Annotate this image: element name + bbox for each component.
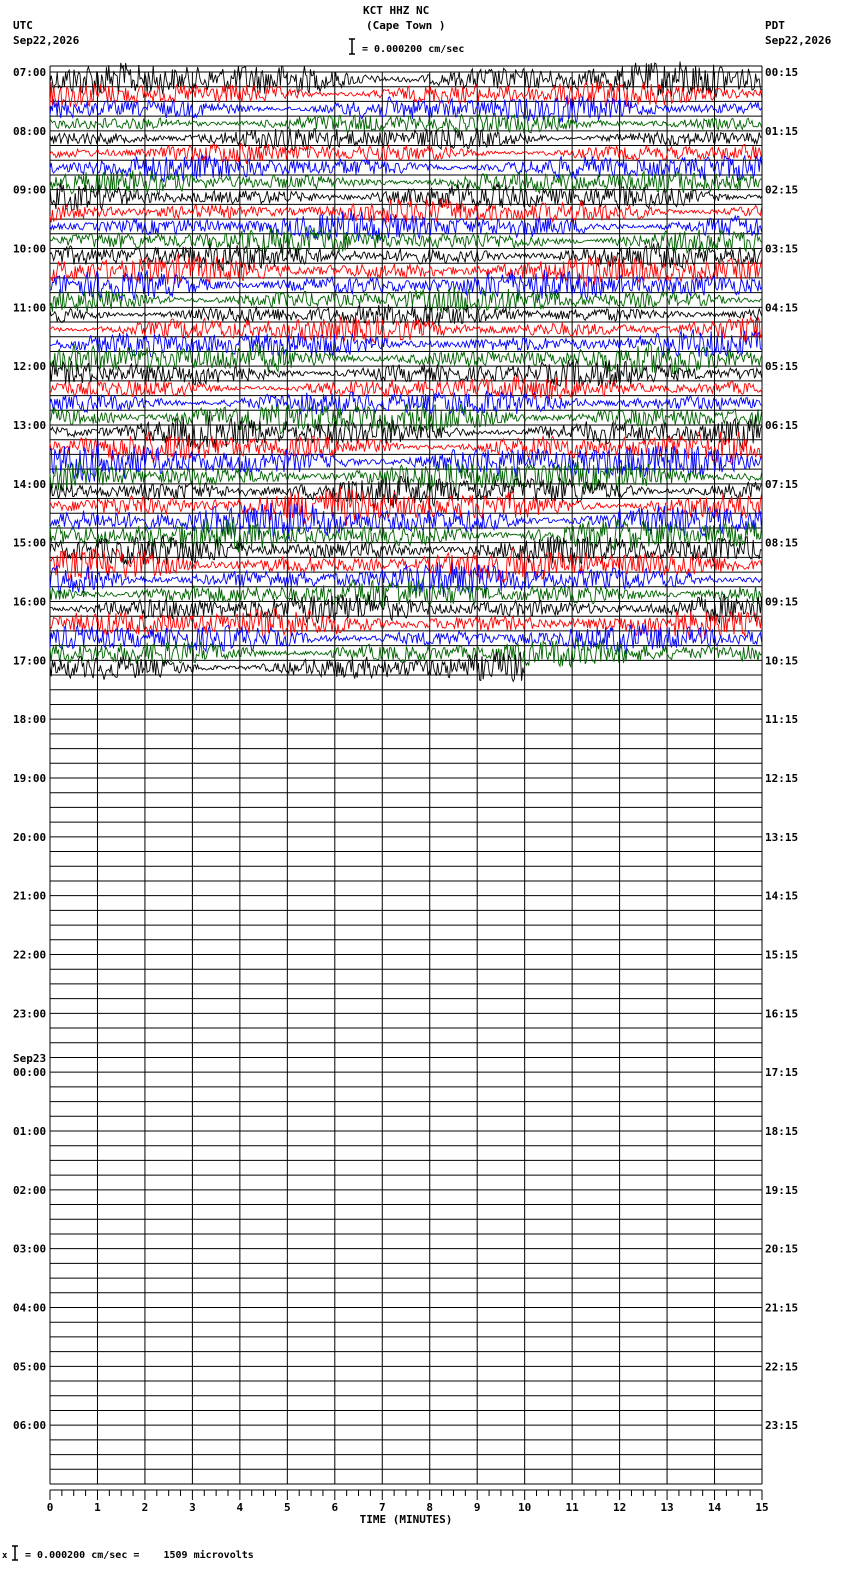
trace-row <box>49 142 763 165</box>
right-hour-label: 21:15 <box>765 1302 798 1315</box>
left-hour-label: 12:00 <box>13 360 46 373</box>
left-hour-label: 21:00 <box>13 890 46 903</box>
left-hour-label: 19:00 <box>13 772 46 785</box>
right-hour-label: 17:15 <box>765 1066 798 1079</box>
left-hour-label: 23:00 <box>13 1007 46 1020</box>
right-hour-label: 04:15 <box>765 301 798 314</box>
right-hour-label: 15:15 <box>765 949 798 962</box>
left-hour-label: 03:00 <box>13 1243 46 1256</box>
x-tick-label: 13 <box>660 1501 673 1514</box>
left-hour-label: 11:00 <box>13 301 46 314</box>
helicorder-plot: 07:00 08:00 09:00 10:00 11:00 12:00 13:00 14:00… <box>13 61 798 1526</box>
x-tick-label: 0 <box>47 1501 54 1514</box>
footer-scale-label: = 0.000200 cm/sec = 1509 microvolts <box>25 1550 254 1561</box>
left-hour-label: 15:00 <box>13 537 46 550</box>
x-tick-label: 6 <box>331 1501 338 1514</box>
right-hour-label: 09:15 <box>765 596 798 609</box>
right-hour-label: 06:15 <box>765 419 798 432</box>
trace-row <box>49 80 763 110</box>
x-tick-label: 11 <box>566 1501 580 1514</box>
right-hour-label: 12:15 <box>765 772 798 785</box>
left-hour-label: 06:00 <box>13 1419 46 1432</box>
right-hour-label: 05:15 <box>765 360 798 373</box>
x-tick-label: 10 <box>518 1501 531 1514</box>
right-hour-label: 11:15 <box>765 713 798 726</box>
right-hour-label: 01:15 <box>765 125 798 138</box>
right-hour-label: 23:15 <box>765 1419 798 1432</box>
left-hour-label: 07:00 <box>13 66 46 79</box>
left-hour-label: 17:00 <box>13 654 46 667</box>
left-hour-label: 22:00 <box>13 949 46 962</box>
right-hour-label: 16:15 <box>765 1007 798 1020</box>
trace-row <box>49 287 762 314</box>
right-hour-label: 18:15 <box>765 1125 798 1138</box>
left-hour-label: 00:00 <box>13 1066 46 1079</box>
right-hour-label: 14:15 <box>765 890 798 903</box>
x-tick-label: 9 <box>474 1501 481 1514</box>
left-hour-label: 05:00 <box>13 1360 46 1373</box>
trace-row <box>49 606 763 641</box>
x-tick-label: 4 <box>237 1501 244 1514</box>
x-tick-label: 15 <box>755 1501 768 1514</box>
trace-row <box>49 358 763 388</box>
trace-row <box>49 578 763 609</box>
trace-row <box>49 154 763 183</box>
right-hour-label: 00:15 <box>765 66 798 79</box>
left-hour-label: 16:00 <box>13 596 46 609</box>
footer-marker: x <box>2 1551 8 1561</box>
left-hour-label: 09:00 <box>13 184 46 197</box>
x-tick-label: 5 <box>284 1501 291 1514</box>
right-hour-label: 13:15 <box>765 831 798 844</box>
x-tick-label: 1 <box>94 1501 101 1514</box>
right-hour-label: 02:15 <box>765 184 798 197</box>
right-hour-label: 22:15 <box>765 1360 798 1373</box>
left-hour-label: 04:00 <box>13 1302 46 1315</box>
x-tick-label: 14 <box>708 1501 722 1514</box>
trace-row <box>49 594 763 625</box>
left-hour-label: 02:00 <box>13 1184 46 1197</box>
right-hour-label: 08:15 <box>765 537 798 550</box>
right-hour-label: 19:15 <box>765 1184 798 1197</box>
x-tick-label: 12 <box>613 1501 626 1514</box>
left-date-label: Sep23 <box>13 1052 46 1065</box>
left-hour-label: 14:00 <box>13 478 46 491</box>
right-hour-label: 07:15 <box>765 478 798 491</box>
left-hour-label: 13:00 <box>13 419 46 432</box>
footer-scale-bar-icon <box>12 1545 18 1561</box>
left-hour-label: 01:00 <box>13 1125 46 1138</box>
left-hour-label: 20:00 <box>13 831 46 844</box>
trace-row <box>49 329 762 358</box>
trace-row <box>49 476 762 509</box>
left-hour-label: 08:00 <box>13 125 46 138</box>
right-hour-label: 10:15 <box>765 654 798 667</box>
x-tick-label: 2 <box>142 1501 149 1514</box>
trace-row <box>49 535 762 566</box>
left-hour-label: 18:00 <box>13 713 46 726</box>
x-tick-label: 3 <box>189 1501 196 1514</box>
right-hour-label: 03:15 <box>765 243 798 256</box>
left-hour-label: 10:00 <box>13 243 46 256</box>
trace-row <box>49 431 763 465</box>
x-axis-label: TIME (MINUTES) <box>360 1513 453 1526</box>
right-hour-label: 20:15 <box>765 1243 798 1256</box>
